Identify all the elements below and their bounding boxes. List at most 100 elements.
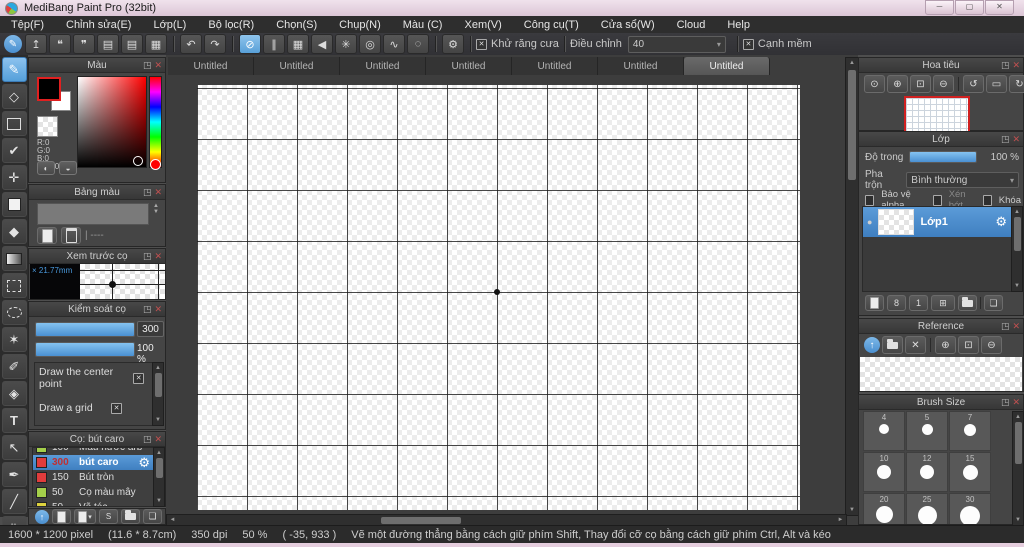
restore-button[interactable]: ▢ [955, 0, 984, 15]
close-icon[interactable]: ✕ [154, 187, 162, 198]
brush-size-cell[interactable]: 4 [863, 411, 905, 451]
popout-icon[interactable]: ◳ [143, 60, 152, 71]
options-scrollbar[interactable]: ▲ ▼ [152, 362, 164, 426]
sv-cursor[interactable] [133, 156, 143, 166]
tab-untitled[interactable]: Untitled [598, 57, 684, 75]
script-brush-button[interactable]: S [99, 509, 118, 524]
popout-icon[interactable]: ◳ [143, 251, 152, 262]
layer-folder-button[interactable] [958, 295, 977, 311]
canvas-vertical-scrollbar[interactable]: ▲ ▼ [845, 57, 859, 516]
select-eraser-tool[interactable]: ◈ [1, 381, 27, 406]
select-pen-tool[interactable]: ✐ [1, 354, 27, 379]
redo-icon[interactable]: ↷ [204, 34, 226, 54]
menu-cloud[interactable]: Cloud [666, 19, 717, 31]
scroll-down-icon[interactable]: ▼ [1014, 281, 1020, 291]
grid-edit-icon[interactable]: ▦ [145, 34, 167, 54]
new-layer-button[interactable] [865, 295, 884, 311]
popout-icon[interactable]: ◳ [143, 304, 152, 315]
select-tool[interactable] [1, 273, 27, 298]
reset-rotation-button[interactable]: ▭ [986, 75, 1007, 93]
lock-checkbox[interactable] [982, 194, 992, 206]
scroll-up-icon[interactable]: ▲ [156, 448, 162, 458]
scrollbar-thumb[interactable] [381, 517, 461, 524]
zoom-out-button[interactable]: ⊖ [981, 336, 1002, 354]
menu-file[interactable]: Tệp(F) [0, 19, 55, 31]
new-1bit-layer-button[interactable]: 1 [909, 295, 928, 311]
document-list-icon[interactable]: ▤ [121, 34, 143, 54]
export-icon[interactable]: ↥ [25, 34, 47, 54]
brush-size-cell[interactable]: 25 [906, 493, 948, 524]
brush-item-selected[interactable]: 300 bút caro ⚙ [33, 455, 153, 470]
zoom-in-button[interactable]: ⊕ [887, 75, 908, 93]
layer-settings-icon[interactable]: ⚙ [995, 214, 1007, 230]
eraser-tool[interactable]: ◇ [1, 84, 27, 109]
lasso-tool[interactable] [1, 300, 27, 325]
scroll-down-icon[interactable]: ▼ [155, 415, 161, 425]
shape-tool[interactable] [1, 111, 27, 136]
hue-cursor[interactable] [150, 159, 161, 170]
brush-opacity-slider[interactable] [35, 342, 135, 357]
close-icon[interactable]: ✕ [1012, 60, 1020, 71]
snap-settings-icon[interactable]: ⚙ [442, 34, 464, 54]
snap-radial-icon[interactable]: ✳ [335, 34, 357, 54]
scrollbar-thumb[interactable] [847, 70, 857, 180]
brush-size-cell[interactable]: 30 [949, 493, 991, 524]
swap-color-button[interactable]: ◐ [37, 161, 55, 175]
tab-untitled[interactable]: Untitled [340, 57, 426, 75]
scroll-up-icon[interactable]: ▲ [849, 58, 855, 68]
rotate-left-button[interactable]: ↺ [963, 75, 984, 93]
select-move-tool[interactable]: ↖ [1, 435, 27, 460]
alpha-protect-checkbox[interactable] [865, 194, 875, 206]
popout-icon[interactable]: ◳ [1001, 60, 1010, 71]
hue-bar[interactable] [149, 76, 162, 168]
tab-untitled[interactable]: Untitled [512, 57, 598, 75]
new-brush-menu-button[interactable]: ▾ [74, 509, 96, 524]
scroll-up-icon[interactable]: ▲ [155, 363, 161, 373]
fit-screen-button[interactable]: ⊡ [958, 336, 979, 354]
brush-option[interactable]: Draw the center point ✕ [35, 363, 152, 393]
brush-size-cell[interactable]: 10 [863, 452, 905, 492]
new-8bit-layer-button[interactable]: 8 [887, 295, 906, 311]
dot-pen-tool[interactable]: ✔ [1, 138, 27, 163]
brush-item[interactable]: 100 Màu nước arb [33, 448, 153, 455]
tab-untitled[interactable]: Untitled [254, 57, 340, 75]
text-tool[interactable]: T [1, 408, 27, 433]
zoom-out-button[interactable]: ⊖ [933, 75, 954, 93]
brush-size-value[interactable]: 300 [137, 321, 164, 337]
document-icon[interactable]: ▤ [97, 34, 119, 54]
menu-capture[interactable]: Chụp(N) [328, 19, 392, 31]
new-brush-button[interactable] [52, 509, 71, 524]
brush-size-slider[interactable] [35, 322, 135, 337]
clear-reference-button[interactable]: ✕ [905, 336, 926, 354]
antialias-checkbox[interactable]: ✕ [476, 38, 487, 50]
cloud-import-icon[interactable]: ↑ [864, 337, 880, 353]
palette-grid[interactable] [37, 203, 149, 225]
tab-untitled[interactable]: Untitled [426, 57, 512, 75]
layer-scrollbar[interactable]: ▲ ▼ [1011, 206, 1023, 292]
correction-select[interactable]: 40 ▾ [627, 35, 726, 53]
popout-icon[interactable]: ◳ [1001, 321, 1010, 332]
brush-option[interactable]: Center the grid origin✕ [35, 423, 152, 425]
scroll-down-icon[interactable]: ▼ [849, 505, 855, 515]
scroll-up-icon[interactable]: ▲ [1014, 207, 1020, 217]
close-icon[interactable]: ✕ [1012, 134, 1020, 145]
soft-edge-checkbox[interactable]: ✕ [742, 38, 754, 50]
snap-vanishing-icon[interactable]: ◀ [311, 34, 333, 54]
menu-tools[interactable]: Công cụ(T) [513, 19, 590, 31]
popout-icon[interactable]: ◳ [143, 187, 152, 198]
add-color-button[interactable] [37, 227, 57, 244]
duplicate-brush-button[interactable]: ❏ [143, 509, 162, 524]
menu-color[interactable]: Màu (C) [392, 19, 454, 31]
brush-size-scrollbar[interactable]: ▲ ▼ [1012, 411, 1024, 526]
comment-icon[interactable]: ❝ [49, 34, 71, 54]
brush-size-cell[interactable]: 12 [906, 452, 948, 492]
popout-icon[interactable]: ◳ [1001, 134, 1010, 145]
rotate-right-button[interactable]: ↻ [1009, 75, 1024, 93]
drawing-canvas[interactable] [197, 85, 800, 510]
brush-size-cell[interactable]: 20 [863, 493, 905, 524]
close-icon[interactable]: ✕ [154, 251, 162, 262]
minimize-button[interactable]: ─ [925, 0, 954, 15]
open-reference-button[interactable] [882, 336, 903, 354]
menu-help[interactable]: Help [716, 19, 761, 31]
brush-settings-icon[interactable]: ⚙ [138, 455, 150, 471]
